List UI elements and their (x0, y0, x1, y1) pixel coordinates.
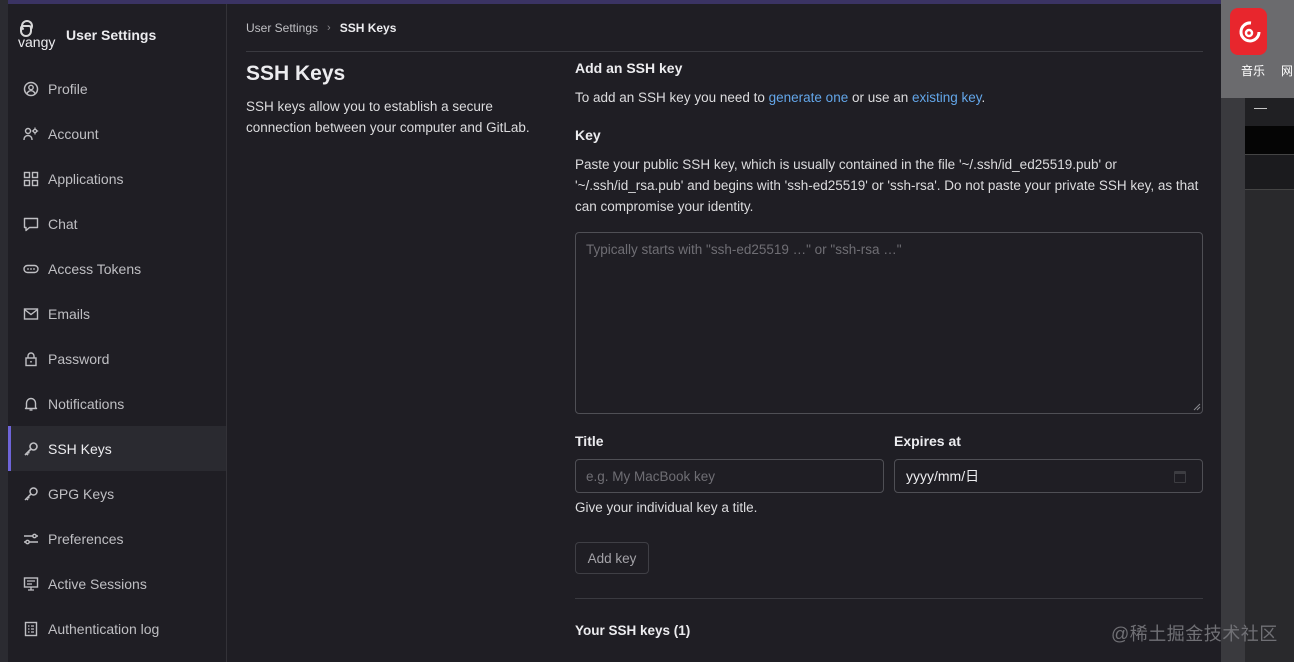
watermark: @稀土掘金技术社区 (1111, 624, 1278, 644)
sidebar-item-label: Notifications (48, 395, 125, 412)
sidebar-item-ssh-keys[interactable]: SSH Keys (8, 426, 226, 471)
desktop-window-bar (1245, 126, 1294, 154)
sidebar-item-active-sessions[interactable]: Active Sessions (8, 561, 226, 606)
sidebar-item-profile[interactable]: Profile (8, 66, 226, 111)
page-title: SSH Keys (246, 62, 346, 85)
sidebar-title[interactable]: User Settings (66, 27, 156, 43)
main-content: User Settings › SSH Keys SSH Keys SSH ke… (228, 4, 1221, 662)
chat-icon (22, 215, 40, 233)
sidebar-item-label: Profile (48, 80, 88, 97)
bell-icon (22, 395, 40, 413)
breadcrumb: User Settings › SSH Keys (246, 21, 396, 35)
sidebar-item-account[interactable]: Account (8, 111, 226, 156)
desktop-app-caption-2: 网 (1281, 64, 1294, 78)
key-icon (22, 440, 40, 458)
title-help-text: Give your individual key a title. (575, 500, 758, 515)
breadcrumb-divider (246, 51, 1203, 52)
sidebar-item-label: Authentication log (48, 620, 160, 637)
token-icon (22, 260, 40, 278)
key-label: Key (575, 127, 601, 143)
page-description: SSH keys allow you to establish a secure… (246, 99, 530, 135)
sidebar-item-label: Active Sessions (48, 575, 147, 592)
sidebar-nav: Profile Account Applications Chat Access… (8, 66, 226, 651)
sidebar-item-authentication-log[interactable]: Authentication log (8, 606, 226, 651)
existing-key-link[interactable]: existing key (912, 90, 982, 105)
add-key-button[interactable]: Add key (575, 542, 649, 574)
preferences-icon (22, 530, 40, 548)
sidebar-item-label: SSH Keys (48, 440, 112, 457)
sidebar-item-label: Applications (48, 170, 124, 187)
sidebar-item-chat[interactable]: Chat (8, 201, 226, 246)
sidebar-item-label: Preferences (48, 530, 124, 547)
calendar-icon[interactable] (1174, 471, 1186, 483)
form-intro: To add an SSH key you need to generate o… (575, 90, 985, 105)
minimize-icon[interactable]: — (1254, 100, 1267, 115)
section-divider (575, 598, 1203, 599)
intro-text-mid: or use an (848, 90, 913, 105)
sidebar-item-label: Chat (48, 215, 78, 232)
title-label: Title (575, 433, 604, 449)
sidebar-item-access-tokens[interactable]: Access Tokens (8, 246, 226, 291)
your-ssh-keys-heading: Your SSH keys (1) (575, 623, 691, 638)
desktop-window-body (1245, 190, 1294, 662)
lock-icon (22, 350, 40, 368)
sidebar-item-emails[interactable]: Emails (8, 291, 226, 336)
expires-label: Expires at (894, 433, 961, 449)
breadcrumb-parent[interactable]: User Settings (246, 21, 318, 35)
window-edge-strip (1221, 98, 1245, 662)
sidebar-item-label: GPG Keys (48, 485, 115, 502)
sidebar-item-password[interactable]: Password (8, 336, 226, 381)
window-left-edge (0, 0, 8, 662)
sidebar-item-preferences[interactable]: Preferences (8, 516, 226, 561)
generate-one-link[interactable]: generate one (769, 90, 849, 105)
desktop-window-titlebar (1245, 98, 1294, 126)
sidebar-item-notifications[interactable]: Notifications (8, 381, 226, 426)
title-input[interactable] (575, 459, 884, 493)
settings-sidebar: vangy User Settings Profile Account Appl… (8, 4, 227, 662)
key-help-text: Paste your public SSH key, which is usua… (575, 157, 1199, 214)
mail-icon (22, 305, 40, 323)
monitor-icon (22, 575, 40, 593)
desktop-app-caption: 音乐 (1241, 64, 1266, 78)
sidebar-item-label: Account (48, 125, 99, 142)
form-heading: Add an SSH key (575, 60, 683, 76)
avatar-alt-text: vangy (18, 34, 56, 50)
desktop-background: 音乐 网 — (1221, 0, 1294, 662)
date-value: yyyy/mm/日 (906, 468, 980, 484)
sidebar-item-label: Password (48, 350, 110, 367)
applications-icon (22, 170, 40, 188)
resize-grip-icon[interactable] (1192, 402, 1201, 411)
sidebar-item-applications[interactable]: Applications (8, 156, 226, 201)
profile-icon (22, 80, 40, 98)
avatar[interactable]: vangy (18, 15, 58, 55)
expires-date-input[interactable]: yyyy/mm/日 (894, 459, 1203, 493)
sidebar-item-label: Emails (48, 305, 91, 322)
desktop-window-toolbar (1245, 154, 1294, 190)
music-app-icon[interactable] (1230, 8, 1267, 55)
sidebar-item-label: Access Tokens (48, 260, 142, 277)
sidebar-header: vangy User Settings (8, 4, 226, 66)
intro-text-end: . (981, 90, 986, 105)
sidebar-item-gpg-keys[interactable]: GPG Keys (8, 471, 226, 516)
chevron-right-icon: › (327, 22, 331, 34)
key-textarea[interactable] (575, 232, 1203, 414)
account-icon (22, 125, 40, 143)
intro-text: To add an SSH key you need to (575, 90, 769, 105)
log-icon (22, 620, 40, 638)
breadcrumb-current[interactable]: SSH Keys (340, 21, 397, 35)
key-icon (22, 485, 40, 503)
